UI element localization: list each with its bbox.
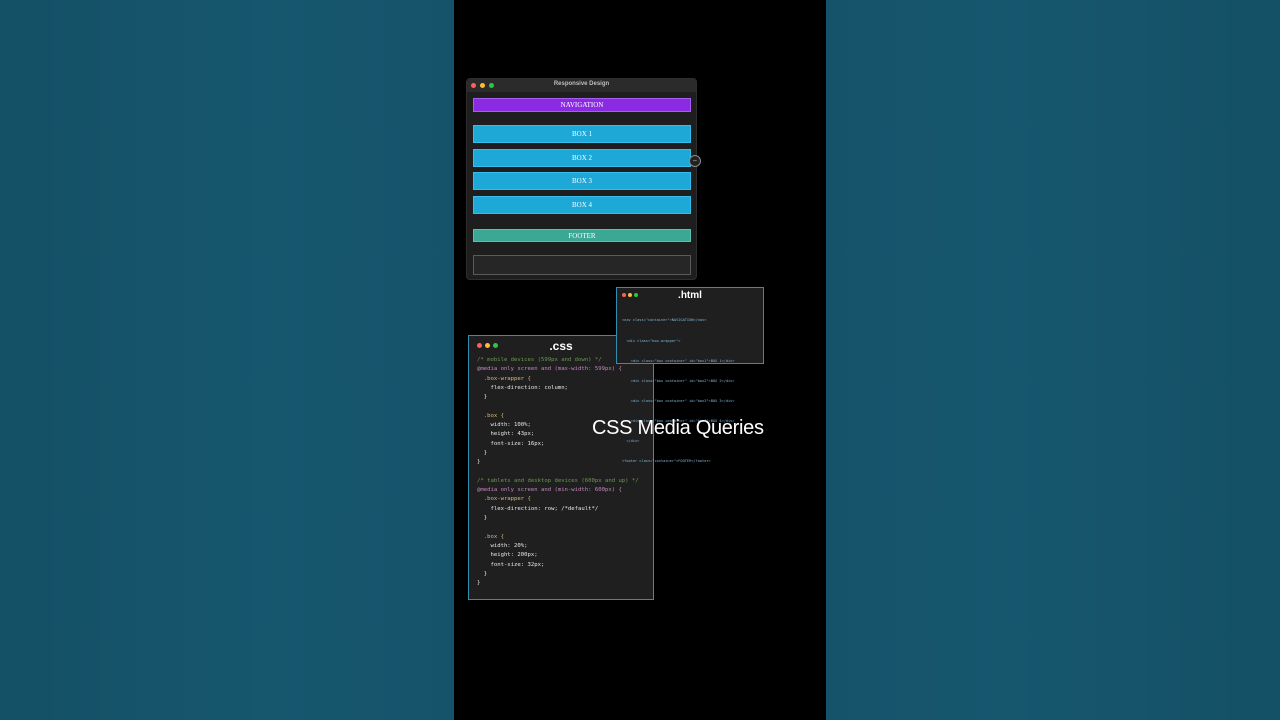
css-code-line: .box-wrapper { [477, 375, 531, 382]
css-code-line: /* mobile devices (599px and down) */ [477, 357, 602, 363]
footer-bar: FOOTER [473, 229, 691, 242]
box-1: BOX 1 [473, 125, 691, 143]
css-code-line: font-size: 32px; [477, 561, 545, 568]
html-code-line: <nav class="container">NAVIGATION</nav> [622, 318, 707, 323]
css-code-line: /* tablets and desktop devices (600px an… [477, 477, 639, 484]
resize-arrows-icon[interactable]: ⇔ [689, 155, 701, 167]
left-backdrop [0, 0, 454, 720]
browser-window: Responsive Design NAVIGATION BOX 1 BOX 2… [466, 78, 697, 280]
browser-title: Responsive Design [553, 81, 610, 87]
browser-titlebar: Responsive Design [467, 79, 696, 92]
css-code-line: flex-direction: row; /*default*/ [477, 505, 599, 512]
css-code-line: } [477, 394, 488, 401]
css-code-line: .box { [477, 533, 504, 540]
box-4: BOX 4 [473, 196, 691, 214]
css-code-line: } [477, 459, 481, 466]
html-code-line: <footer class="container">FOOTER</footer… [622, 459, 711, 464]
html-code-panel: .html <nav class="container">NAVIGATION<… [616, 287, 764, 463]
css-code-line: flex-direction: column; [477, 384, 568, 391]
box-3: BOX 3 [473, 172, 691, 190]
css-code-line: } [477, 580, 481, 587]
html-panel-title: .html [678, 290, 702, 301]
css-code-block: /* mobile devices (599px and down) */ @me… [477, 356, 639, 588]
css-code-line [477, 402, 639, 411]
html-code-block: <nav class="container">NAVIGATION</nav> … [622, 304, 735, 478]
css-code-line: @media only screen and (max-width: 599px… [477, 366, 622, 373]
right-backdrop [826, 0, 1280, 720]
css-code-line: } [477, 570, 488, 577]
css-code-line: height: 200px; [477, 552, 538, 559]
navigation-bar: NAVIGATION [473, 98, 691, 112]
css-code-line: @media only screen and (min-width: 600px… [477, 487, 622, 494]
empty-content-area [473, 255, 691, 275]
css-code-line: font-size: 16px; [477, 440, 545, 447]
html-code-line: <div class="box-wrapper"> [622, 338, 681, 343]
css-code-line: .box-wrapper { [477, 496, 531, 503]
css-code-line: width: 20%; [477, 542, 528, 549]
html-code-line: <div class="box container" id="box2">BOX… [622, 378, 735, 383]
html-code-line: <div class="box container" id="box3">BOX… [622, 398, 735, 403]
css-code-line: } [477, 515, 488, 522]
box-2: BOX 2 [473, 149, 691, 167]
html-code-line: <div class="box container" id="box1">BOX… [622, 358, 735, 363]
css-code-line [477, 523, 639, 532]
css-code-line [477, 468, 639, 477]
css-code-line: } [477, 449, 488, 456]
video-caption: CSS Media Queries [592, 417, 764, 439]
